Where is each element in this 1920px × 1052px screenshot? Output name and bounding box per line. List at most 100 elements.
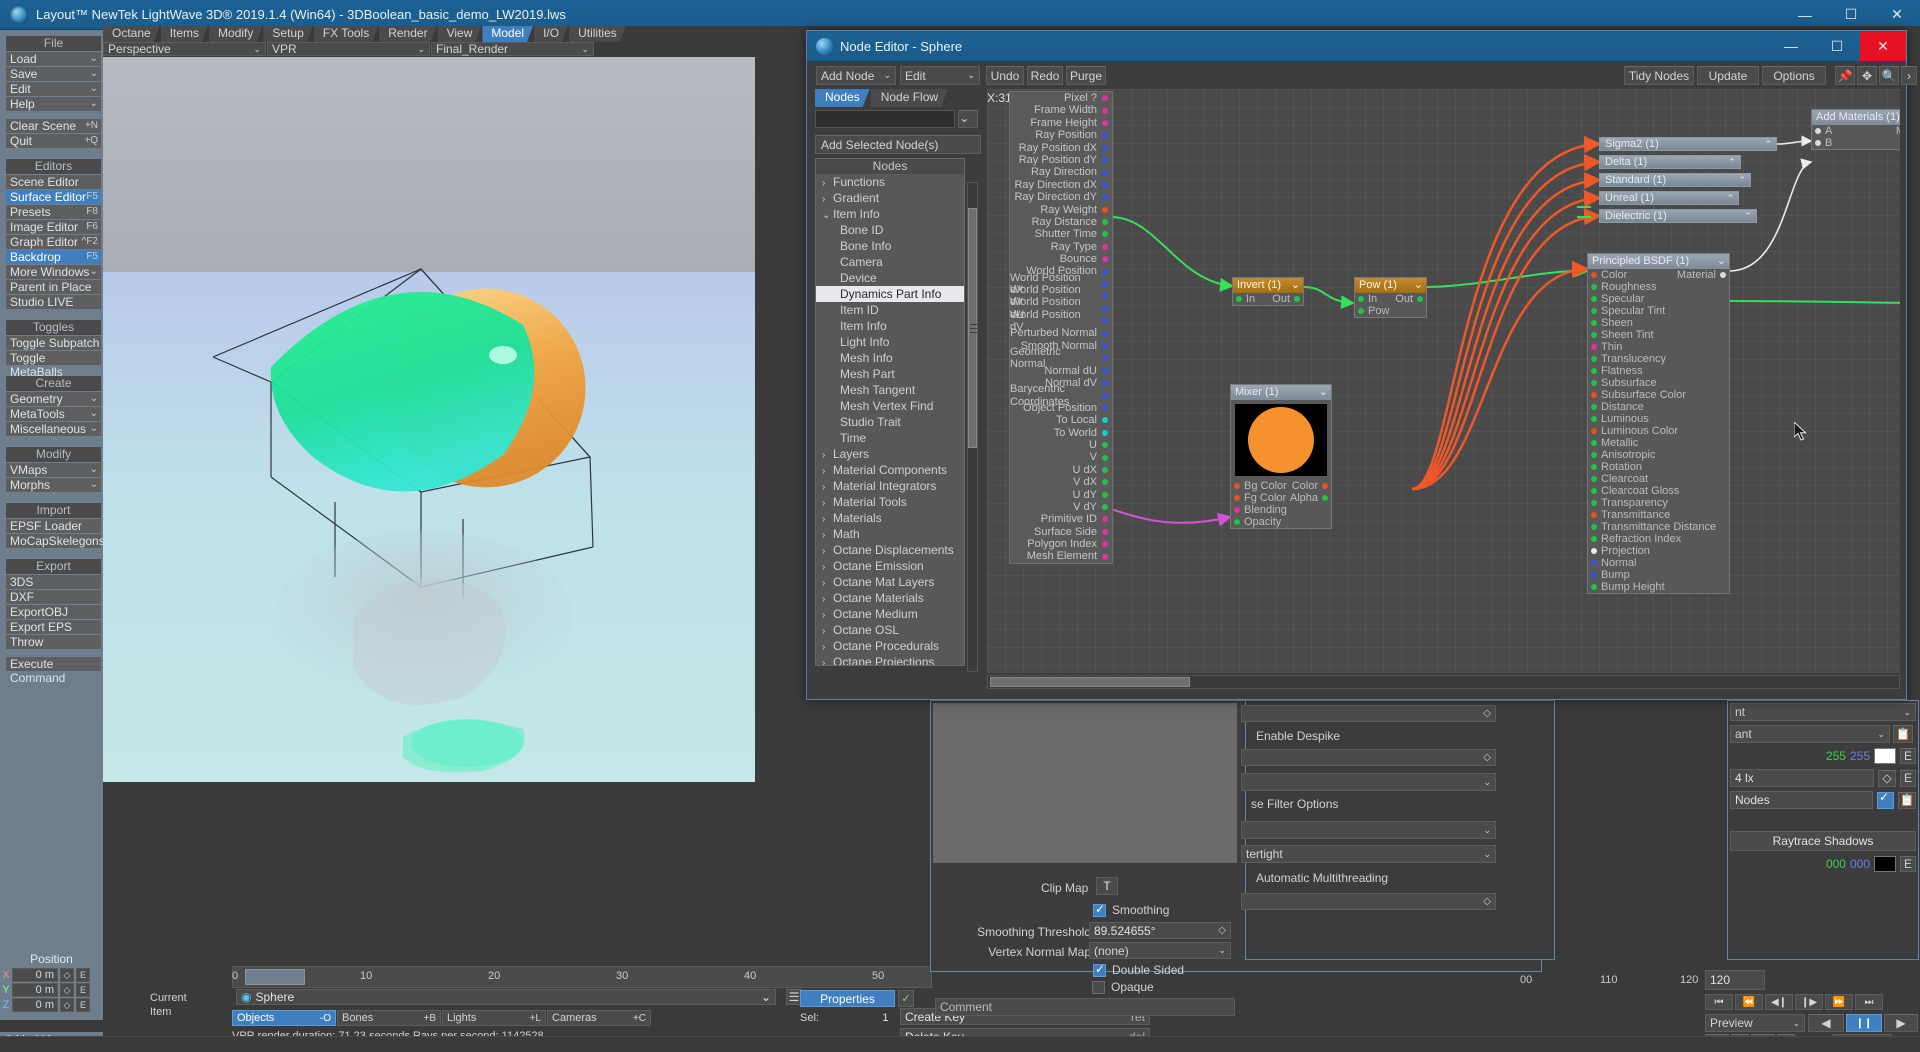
properties-button[interactable]: Properties [800, 990, 895, 1007]
port-dot[interactable] [1102, 380, 1108, 387]
node-principled-header[interactable]: Principled BSDF (1) ⌄ [1588, 254, 1729, 269]
node-list-item[interactable]: Dynamics Part Info [816, 286, 964, 302]
port-dot[interactable] [1102, 429, 1108, 436]
render-field-1[interactable]: ◇ [1241, 705, 1496, 722]
constant-dropdown[interactable]: ant ⌄ [1730, 725, 1890, 743]
principled-port-row[interactable]: Luminous [1588, 413, 1729, 425]
port-dot-out[interactable] [1417, 296, 1423, 302]
axis-edit-button[interactable]: E [76, 998, 90, 1012]
port-dot[interactable] [1102, 119, 1108, 126]
ne-maximize-button[interactable]: ☐ [1814, 31, 1860, 61]
port-dot[interactable] [1591, 320, 1597, 326]
color-edit-button[interactable]: E [1900, 748, 1916, 764]
node-list-item[interactable]: › Octane Materials [816, 590, 964, 606]
axis-row-x[interactable]: X0 m ◇ E [0, 968, 190, 982]
node-list-item[interactable]: Item Info [816, 318, 964, 334]
port-dot[interactable] [1102, 417, 1108, 424]
auto-multithreading-row[interactable]: Automatic Multithreading [1256, 871, 1388, 885]
collapsed-node-unreal[interactable]: Unreal (1) ⌃ [1599, 191, 1739, 205]
port-dot[interactable] [1102, 466, 1108, 473]
port-dot[interactable] [1102, 219, 1108, 226]
stepper-icon[interactable]: ◇ [1483, 896, 1491, 907]
ne-minimize-button[interactable]: ― [1768, 31, 1814, 61]
input-port-row[interactable]: Frame Height [1010, 117, 1112, 129]
stepper-icon[interactable]: ◇ [1218, 925, 1226, 936]
mixer-port-row[interactable]: Opacity [1231, 516, 1331, 528]
double-sided-row[interactable]: Double Sided [1093, 962, 1184, 977]
axis-edit-button[interactable]: E [76, 968, 90, 982]
collapsed-node-delta[interactable]: Delta (1) ⌃ [1599, 155, 1741, 169]
input-port-row[interactable]: Pixel ? [1010, 92, 1112, 104]
input-port-row[interactable]: Perturbed Normal [1010, 327, 1112, 339]
principled-port-row[interactable]: Metallic [1588, 437, 1729, 449]
render-dropdown-1[interactable]: ⌄ [1241, 773, 1496, 791]
principled-port-row[interactable]: Projection [1588, 545, 1729, 557]
sidebar-item-miscellaneous[interactable]: Miscellaneous ⌄ [6, 422, 101, 436]
sidebar-item-image-editor[interactable]: Image Editor F6 [6, 220, 101, 234]
input-port-row[interactable]: Ray Direction [1010, 166, 1112, 178]
principled-port-row[interactable]: Transparency [1588, 497, 1729, 509]
node-list-item[interactable]: › Octane Emission [816, 558, 964, 574]
sidebar-item-morphs[interactable]: Morphs ⌄ [6, 478, 101, 492]
sidebar-item-epsf-loader[interactable]: EPSF Loader [6, 519, 101, 533]
principled-port-row[interactable]: Thin [1588, 341, 1729, 353]
port-dot[interactable] [1591, 548, 1597, 554]
canvas-hscrollbar[interactable] [987, 675, 1900, 689]
chevron-down-icon[interactable]: ⌄ [1319, 385, 1328, 400]
port-dot[interactable] [1591, 284, 1597, 290]
port-dot-out[interactable] [1294, 296, 1300, 302]
node-list-item[interactable]: › Material Tools [816, 494, 964, 510]
current-item-dropdown[interactable]: ◉ Sphere ⌄ [236, 989, 776, 1005]
stepper-icon[interactable]: ◇ [1483, 708, 1491, 719]
input-port-row[interactable]: V dX [1010, 476, 1112, 488]
node-list-item[interactable]: › Functions [816, 174, 964, 190]
input-port-row[interactable]: Ray Position dX [1010, 142, 1112, 154]
port-dot[interactable] [1102, 293, 1108, 300]
node-list-item[interactable]: Studio Trait [816, 414, 964, 430]
sidebar-item-studio-live[interactable]: Studio LIVE [6, 295, 101, 309]
node-add-materials-ports[interactable]: A Material B [1812, 125, 1900, 149]
sidebar-item-toggle-metaballs[interactable]: Toggle MetaBalls [6, 351, 101, 379]
port-dot[interactable] [1102, 404, 1108, 411]
port-dot[interactable] [1102, 305, 1108, 312]
port-dot[interactable] [1591, 572, 1597, 578]
node-list-item[interactable]: › Octane OSL [816, 622, 964, 638]
principled-port-row[interactable]: Sheen Tint [1588, 329, 1729, 341]
vertex-normal-map-dropdown[interactable]: (none) ⌄ [1089, 942, 1231, 959]
frame-field[interactable]: 120 [1705, 970, 1765, 990]
input-port-row[interactable]: Polygon Index [1010, 538, 1112, 550]
port-dot[interactable] [1102, 367, 1108, 374]
principled-port-row[interactable]: Bump [1588, 569, 1729, 581]
port-dot[interactable] [1591, 560, 1597, 566]
tab-modify[interactable]: Modify [209, 26, 262, 42]
next-key-button[interactable]: ⏩ [1825, 994, 1853, 1010]
tab-octane[interactable]: Octane [103, 26, 160, 42]
input-port-row[interactable]: To World [1010, 427, 1112, 439]
scrollbar-thumb[interactable] [968, 208, 977, 448]
clip-map-button[interactable]: T [1096, 877, 1118, 895]
search-icon[interactable]: 🔍 [1879, 66, 1899, 85]
tab-utilities[interactable]: Utilities [569, 26, 626, 42]
chevron-up-icon[interactable]: ⌃ [1738, 174, 1746, 187]
port-dot-out[interactable] [1322, 483, 1328, 489]
pause-button[interactable]: ❙❙ [1846, 1014, 1882, 1032]
input-port-row[interactable]: Object Position [1010, 402, 1112, 414]
tab-setup[interactable]: Setup [263, 26, 312, 42]
enable-despike-row[interactable]: Enable Despike [1256, 729, 1340, 743]
principled-port-row[interactable]: Sheen [1588, 317, 1729, 329]
node-list-item[interactable]: Mesh Info [816, 350, 964, 366]
input-port-row[interactable]: Shutter Time [1010, 228, 1112, 240]
node-mixer[interactable]: Mixer (1) ⌄ Bg Color Color Fg Color Alpha Bl… [1230, 384, 1332, 529]
sidebar-item-export-eps[interactable]: Export EPS [6, 620, 101, 634]
edit-dropdown[interactable]: Edit ⌄ [900, 66, 980, 85]
smoothing-row[interactable]: Smoothing [1093, 902, 1169, 917]
port-dot[interactable] [1102, 454, 1108, 461]
principled-port-row[interactable]: Refraction Index [1588, 533, 1729, 545]
port-dot[interactable] [1102, 516, 1108, 523]
sidebar-item-scene-editor[interactable]: Scene Editor [6, 175, 101, 189]
port-dot-in[interactable] [1236, 296, 1242, 302]
tab-render[interactable]: Render [379, 26, 436, 42]
sidebar-item-parent-in-place[interactable]: Parent in Place [6, 280, 101, 294]
input-port-row[interactable]: Ray Weight [1010, 204, 1112, 216]
sidebar-item-vmaps[interactable]: VMaps ⌄ [6, 463, 101, 477]
